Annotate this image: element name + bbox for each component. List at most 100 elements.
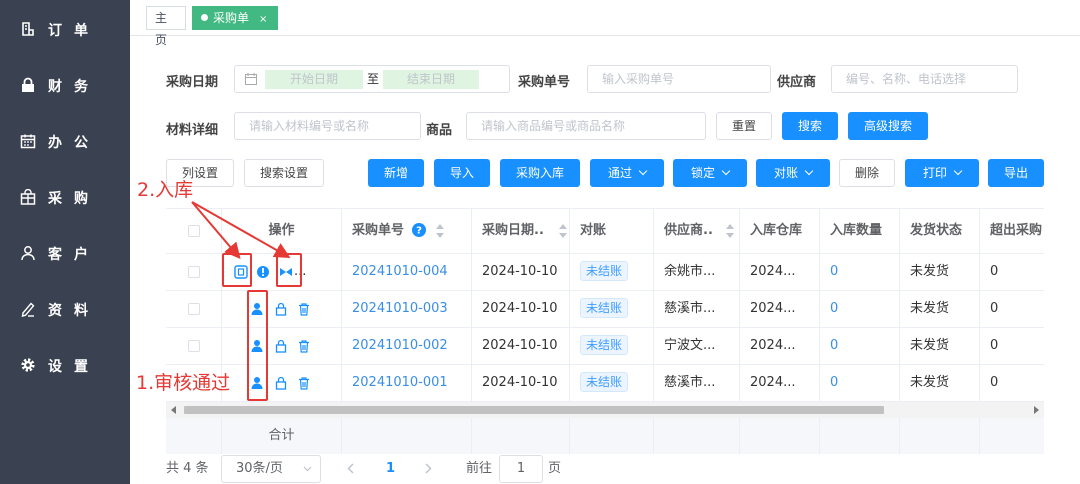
row-checkbox[interactable] xyxy=(188,266,200,278)
help-icon[interactable]: ? xyxy=(412,223,426,237)
scroll-left-icon[interactable] xyxy=(171,406,177,414)
sidebar-item-settings[interactable]: 设置 xyxy=(0,350,130,380)
horizontal-scrollbar[interactable] xyxy=(166,402,1044,418)
table-row xyxy=(166,328,222,365)
header-over: 超出采购 xyxy=(980,209,1044,254)
ship-status-cell: 未发货 xyxy=(900,291,980,328)
qty-link[interactable]: 0 xyxy=(820,365,900,402)
material-input[interactable]: 请输入材料编号或名称 xyxy=(234,112,421,140)
stock-in-button[interactable]: 采购入库 xyxy=(500,159,580,187)
sort-icon[interactable] xyxy=(436,224,444,238)
export-button[interactable]: 导出 xyxy=(988,159,1044,187)
sidebar-item-order[interactable]: 订单 xyxy=(0,14,130,44)
info-icon[interactable] xyxy=(256,265,270,279)
warehouse-cell: 2024... xyxy=(740,365,820,402)
end-date-input[interactable]: 结束日期 xyxy=(383,70,479,89)
reconcile-dropdown[interactable]: 对账 xyxy=(756,159,830,187)
order-no-link[interactable]: 20241010-002 xyxy=(342,328,472,365)
highlight-transfer-icon xyxy=(276,253,302,287)
approve-label: 通过 xyxy=(607,166,632,180)
supplier-input[interactable]: 编号、名称、电话选择 xyxy=(831,65,1018,93)
current-page[interactable]: 1 xyxy=(386,455,395,483)
print-dropdown[interactable]: 打印 xyxy=(905,159,979,187)
status-badge: 未结账 xyxy=(580,261,629,281)
active-dot xyxy=(201,14,208,21)
order-icon xyxy=(22,22,34,36)
tab-home[interactable]: 主页 xyxy=(146,6,186,47)
footer-cell xyxy=(570,418,654,454)
row-checkbox[interactable] xyxy=(188,303,200,315)
prev-page-icon[interactable] xyxy=(347,463,354,474)
goto-page-input[interactable]: 1 xyxy=(499,455,543,483)
lock-icon[interactable] xyxy=(274,339,288,353)
order-no-link[interactable]: 20241010-003 xyxy=(342,291,472,328)
over-cell: 0 xyxy=(980,254,1044,291)
scroll-right-icon[interactable] xyxy=(1033,406,1039,414)
supplier-cell: 慈溪市... xyxy=(654,365,740,402)
supplier-label: 供应商 xyxy=(777,75,817,90)
close-icon[interactable]: × xyxy=(259,14,267,25)
header-warehouse: 入库仓库 xyxy=(740,209,820,254)
order-no-link[interactable]: 20241010-001 xyxy=(342,365,472,402)
header-supplier[interactable]: 供应商.. xyxy=(654,209,740,254)
reset-button[interactable]: 重置 xyxy=(716,112,772,140)
next-page-icon[interactable] xyxy=(425,463,432,474)
scrollbar-thumb[interactable] xyxy=(184,406,884,414)
sidebar-item-office[interactable]: 办公 xyxy=(0,126,130,156)
annotation-approve: 1.审核通过 xyxy=(136,372,231,394)
approve-dropdown[interactable]: 通过 xyxy=(590,159,664,187)
footer-cell xyxy=(654,418,740,454)
import-button[interactable]: 导入 xyxy=(434,159,490,187)
pagination-total: 共 4 条 xyxy=(166,461,209,476)
search-settings-button[interactable]: 搜索设置 xyxy=(244,159,324,187)
footer-cell xyxy=(472,418,570,454)
delete-button[interactable]: 删除 xyxy=(839,159,895,187)
trash-icon[interactable] xyxy=(297,302,311,316)
page-size-select[interactable]: 30条/页 xyxy=(221,455,321,483)
lock-dropdown[interactable]: 锁定 xyxy=(673,159,747,187)
header-select-all xyxy=(166,209,222,254)
tab-purchase-order[interactable]: 采购单 × xyxy=(192,6,278,30)
row-actions xyxy=(222,328,342,365)
date-range-picker[interactable]: 开始日期 至 结束日期 xyxy=(234,65,510,93)
qty-link[interactable]: 0 xyxy=(820,254,900,291)
trash-icon[interactable] xyxy=(297,376,311,390)
highlight-approve-icons xyxy=(247,290,268,401)
start-date-input[interactable]: 开始日期 xyxy=(265,70,363,89)
add-button[interactable]: 新增 xyxy=(368,159,424,187)
sort-icon[interactable] xyxy=(559,224,567,238)
sidebar-item-purchase[interactable]: 采购 xyxy=(0,182,130,212)
header-date[interactable]: 采购日期.. xyxy=(472,209,570,254)
lock-icon[interactable] xyxy=(274,376,288,390)
row-checkbox[interactable] xyxy=(188,340,200,352)
goods-input[interactable]: 请输入商品编号或商品名称 xyxy=(466,112,706,140)
header-order-no[interactable]: 采购单号 ? xyxy=(342,209,472,254)
supplier-cell: 余姚市... xyxy=(654,254,740,291)
advanced-search-button[interactable]: 高级搜索 xyxy=(848,112,928,140)
trash-icon[interactable] xyxy=(297,339,311,353)
material-label: 材料详细 xyxy=(166,123,219,138)
qty-link[interactable]: 0 xyxy=(820,328,900,365)
order-no-link[interactable]: 20241010-004 xyxy=(342,254,472,291)
select-all-checkbox[interactable] xyxy=(188,225,200,237)
chevron-down-icon xyxy=(953,166,963,176)
sidebar-item-finance[interactable]: 财务 xyxy=(0,70,130,100)
sidebar-item-customer[interactable]: 客户 xyxy=(0,238,130,268)
ship-status-cell: 未发货 xyxy=(900,328,980,365)
order-no-input[interactable]: 输入采购单号 xyxy=(587,65,771,93)
calendar-icon xyxy=(20,134,36,149)
order-date: 2024-10-10 xyxy=(472,291,570,328)
sort-icon[interactable] xyxy=(726,224,734,238)
over-cell: 0 xyxy=(980,291,1044,328)
footer-cell xyxy=(900,418,980,454)
ship-status-cell: 未发货 xyxy=(900,365,980,402)
reconcile-cell: 未结账 xyxy=(570,291,654,328)
sidebar-item-data[interactable]: 资料 xyxy=(0,294,130,324)
order-date: 2024-10-10 xyxy=(472,254,570,291)
footer-cell xyxy=(740,418,820,454)
sidebar-item-label: 资料 xyxy=(48,303,100,319)
lock-icon[interactable] xyxy=(274,302,288,316)
search-button[interactable]: 搜索 xyxy=(782,112,838,140)
status-badge: 未结账 xyxy=(580,335,629,355)
qty-link[interactable]: 0 xyxy=(820,291,900,328)
